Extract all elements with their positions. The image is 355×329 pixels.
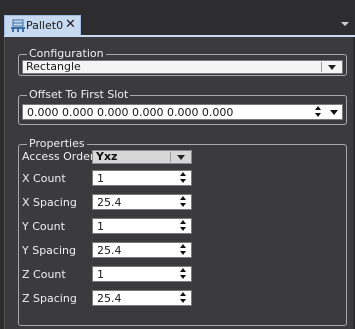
z-count-value: 1 [97,268,104,281]
x-count-label: X Count [22,172,66,185]
pallet-icon [11,19,25,32]
x-spacing-stepper[interactable]: 25.4 [92,194,192,210]
tab-label: Pallet0 [26,19,64,32]
spinner-icon[interactable] [179,243,189,257]
spinner-icon[interactable] [179,219,189,233]
x-count-stepper[interactable]: 1 [92,170,192,186]
chevron-down-icon[interactable] [341,22,349,26]
document-tab-strip: Pallet0 ✕ [0,0,355,37]
y-spacing-value: 25.4 [97,244,122,257]
close-icon[interactable]: ✕ [65,17,76,32]
pallet-properties-panel: Configuration Rectangle Offset To First … [4,37,353,329]
y-count-stepper[interactable]: 1 [92,218,192,234]
chevron-down-icon[interactable] [321,62,341,72]
configuration-value: Rectangle [26,60,81,73]
offset-value: 0.000 0.000 0.000 0.000 0.000 0.000 [27,106,234,119]
configuration-legend: Configuration [27,47,106,60]
spinner-icon[interactable] [179,195,189,209]
properties-legend: Properties [27,137,87,150]
access-order-label: Access Order [22,150,95,163]
access-order-dropdown[interactable]: Yxz [92,150,192,164]
y-spacing-label: Y Spacing [22,244,76,257]
offset-group: Offset To First Slot 0.000 0.000 0.000 0… [18,88,347,125]
spinner-icon[interactable] [179,267,189,281]
chevron-down-icon[interactable] [330,110,338,116]
x-count-value: 1 [97,172,104,185]
chevron-down-icon[interactable] [170,152,190,162]
y-count-value: 1 [97,220,104,233]
y-count-label: Y Count [22,220,65,233]
offset-legend: Offset To First Slot [27,88,131,101]
tab-pallet0[interactable]: Pallet0 ✕ [4,15,81,36]
properties-group: Properties Access Order Yxz X Count 1 X … [18,137,347,326]
access-order-value: Yxz [96,150,118,163]
z-count-stepper[interactable]: 1 [92,266,192,282]
spinner-icon[interactable] [179,291,189,305]
offset-spinner-icon[interactable] [314,105,324,119]
spinner-icon[interactable] [179,171,189,185]
z-spacing-value: 25.4 [97,292,122,305]
offset-input[interactable]: 0.000 0.000 0.000 0.000 0.000 0.000 [22,104,343,120]
x-spacing-value: 25.4 [97,196,122,209]
z-spacing-stepper[interactable]: 25.4 [92,290,192,306]
z-spacing-label: Z Spacing [22,292,77,305]
configuration-group: Configuration Rectangle [18,47,347,76]
configuration-dropdown[interactable]: Rectangle [22,60,343,74]
y-spacing-stepper[interactable]: 25.4 [92,242,192,258]
z-count-label: Z Count [22,268,66,281]
x-spacing-label: X Spacing [22,196,77,209]
